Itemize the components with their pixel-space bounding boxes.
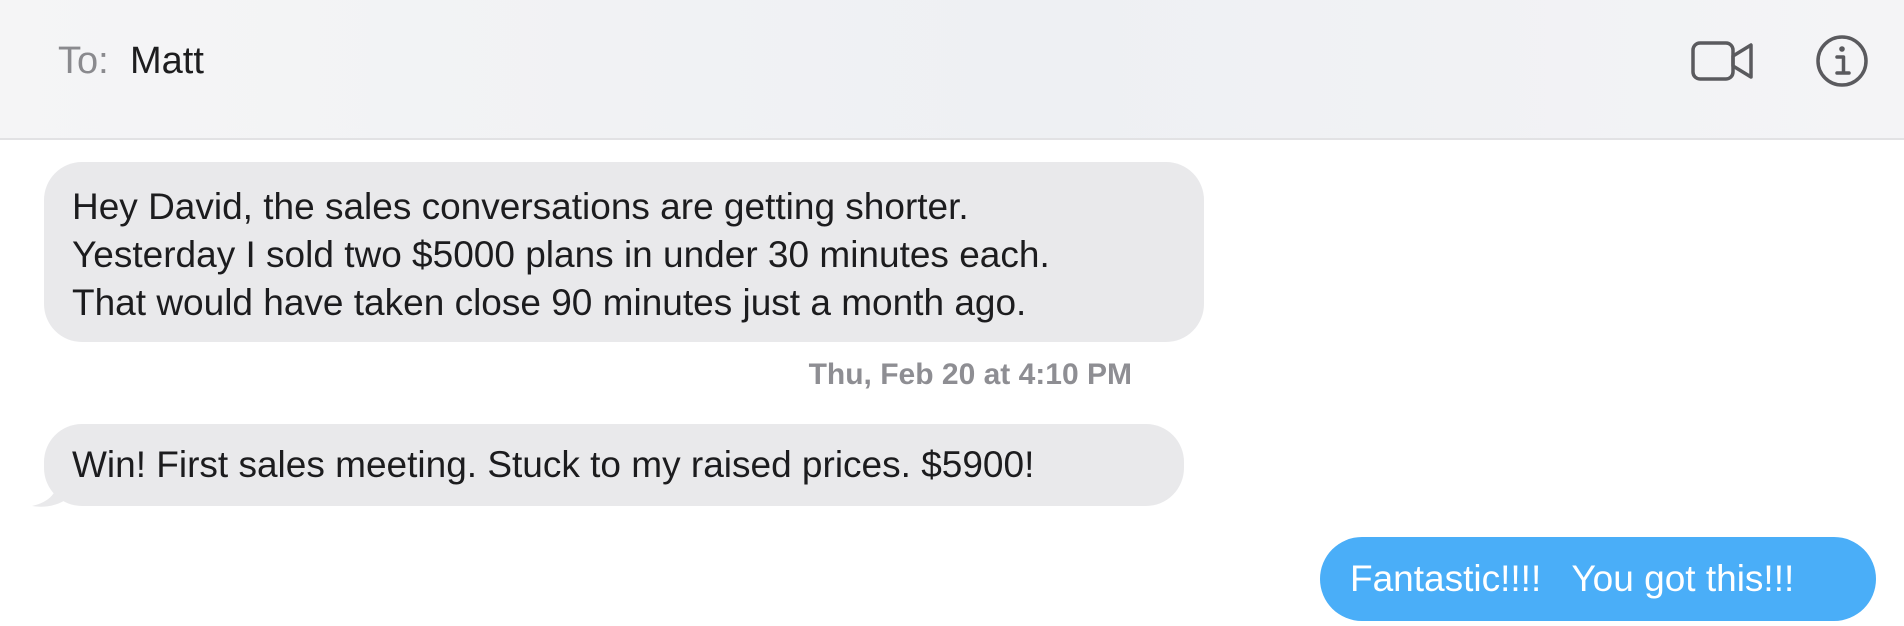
- facetime-video-button[interactable]: [1688, 34, 1758, 88]
- message-bubble-incoming[interactable]: Hey David, the sales conversations are g…: [44, 162, 1204, 342]
- recipient-name[interactable]: Matt: [130, 40, 204, 83]
- message-bubble-outgoing[interactable]: Fantastic!!!! You got this!!!: [1320, 537, 1876, 621]
- info-button[interactable]: [1814, 34, 1870, 88]
- to-label: To:: [58, 40, 109, 82]
- conversation-header: To: Matt: [0, 0, 1904, 140]
- message-bubble-incoming[interactable]: Win! First sales meeting. Stuck to my ra…: [44, 424, 1184, 506]
- video-camera-icon: [1691, 41, 1753, 81]
- info-icon: [1816, 35, 1868, 87]
- message-timestamp: Thu, Feb 20 at 4:10 PM: [808, 358, 1132, 391]
